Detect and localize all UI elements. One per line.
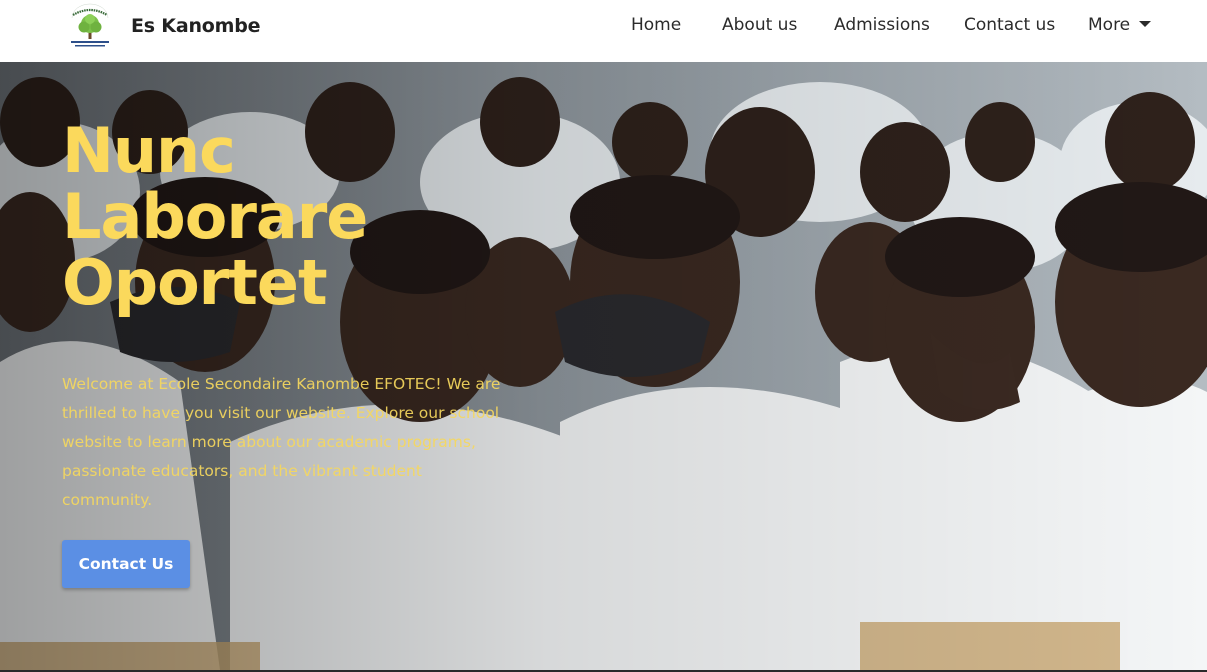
brand-name[interactable]: Es Kanombe	[131, 15, 261, 37]
nav-more[interactable]: More	[1088, 15, 1152, 35]
hero-description: Welcome at Ecole Secondaire Kanombe EFOT…	[62, 375, 501, 509]
caret-down-icon	[1139, 21, 1152, 27]
school-logo[interactable]	[63, 3, 117, 49]
tree-logo-icon	[71, 3, 109, 47]
nav-about-us[interactable]: About us	[722, 15, 797, 35]
navbar: Es Kanombe Home About us Admissions Cont…	[0, 0, 1207, 62]
nav-more-label: More	[1088, 15, 1131, 35]
contact-us-button[interactable]: Contact Us	[62, 540, 190, 588]
nav-contact-us[interactable]: Contact us	[964, 15, 1055, 35]
brand[interactable]: Es Kanombe	[63, 3, 261, 49]
hero-section: Nunc Laborare Oportet Welcome at Ecole S…	[0, 62, 1207, 670]
hero-title: Nunc Laborare Oportet	[62, 114, 368, 319]
nav-admissions[interactable]: Admissions	[834, 15, 930, 35]
nav-home[interactable]: Home	[631, 15, 681, 35]
